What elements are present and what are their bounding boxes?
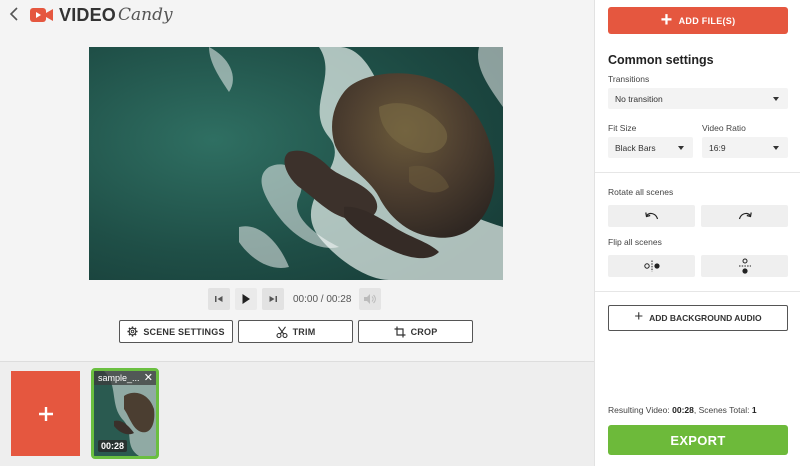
- top-bar: VIDEO Candy: [0, 0, 594, 30]
- trim-button[interactable]: TRIM: [238, 320, 353, 343]
- transitions-label: Transitions: [608, 74, 650, 84]
- result-summary: Resulting Video: 00:28, Scenes Total: 1: [608, 405, 757, 415]
- trim-label: TRIM: [292, 326, 316, 337]
- transitions-select[interactable]: No transition: [608, 88, 788, 109]
- current-time: 00:00: [293, 293, 319, 305]
- scene-settings-button[interactable]: SCENE SETTINGS: [119, 320, 233, 343]
- divider: [595, 291, 800, 292]
- rotate-right-icon: [738, 212, 752, 220]
- add-files-button[interactable]: + ADD FILE(S): [608, 7, 788, 34]
- speaker-icon: [364, 294, 377, 304]
- crop-label: CROP: [410, 326, 438, 337]
- clip-duration: 00:28: [98, 440, 128, 452]
- video-ratio-label: Video Ratio: [702, 123, 746, 133]
- logo-text-candy: Candy: [118, 5, 173, 25]
- flip-label: Flip all scenes: [608, 237, 662, 247]
- play-button[interactable]: [235, 288, 257, 310]
- edit-toolbar: SCENE SETTINGS TRIM CROP: [119, 320, 478, 343]
- export-label: EXPORT: [670, 432, 726, 448]
- skip-back-icon: [215, 296, 223, 302]
- fit-size-value: Black Bars: [615, 143, 656, 153]
- export-button[interactable]: EXPORT: [608, 425, 788, 455]
- crop-icon: [394, 326, 406, 337]
- fit-size-label: Fit Size: [608, 123, 637, 133]
- remove-clip-icon[interactable]: ✕: [144, 372, 153, 384]
- rotate-left-icon: [644, 212, 658, 220]
- result-duration: 00:28: [672, 405, 694, 415]
- add-clip-button[interactable]: [11, 371, 80, 456]
- common-settings-title: Common settings: [608, 53, 714, 67]
- player-controls: 00:00 / 00:28: [208, 288, 386, 310]
- play-icon: [242, 294, 250, 304]
- skip-forward-button[interactable]: [262, 288, 284, 310]
- video-preview[interactable]: [89, 47, 503, 280]
- timeline: sample_... ✕ 00:28: [0, 361, 594, 466]
- total-time: 00:28: [326, 293, 352, 305]
- plus-icon: +: [660, 8, 673, 31]
- add-files-label: ADD FILE(S): [678, 15, 736, 26]
- plus-icon: +: [634, 308, 644, 325]
- crop-button[interactable]: CROP: [358, 320, 473, 343]
- skip-back-button[interactable]: [208, 288, 230, 310]
- add-background-audio-label: ADD BACKGROUND AUDIO: [649, 313, 762, 323]
- caret-down-icon: [678, 146, 684, 150]
- settings-panel: + ADD FILE(S) Common settings Transition…: [594, 0, 800, 466]
- flip-horizontal-icon: [643, 260, 660, 272]
- flip-vertical-button[interactable]: [701, 255, 788, 277]
- video-ratio-select[interactable]: 16:9: [702, 137, 788, 158]
- skip-forward-icon: [269, 296, 277, 302]
- result-mid: , Scenes Total:: [693, 405, 752, 415]
- add-background-audio-button[interactable]: + ADD BACKGROUND AUDIO: [608, 305, 788, 331]
- gear-icon: [127, 326, 138, 337]
- volume-button[interactable]: [359, 288, 382, 310]
- plus-icon: [38, 406, 53, 421]
- flip-horizontal-button[interactable]: [608, 255, 695, 277]
- workspace: VIDEO Candy 00:00 / 00:28 SCENE SETTINGS…: [0, 0, 594, 466]
- video-camera-logo-icon: [30, 8, 53, 22]
- divider: [595, 172, 800, 173]
- rotate-right-button[interactable]: [701, 205, 788, 227]
- time-readout: 00:00 / 00:28: [293, 294, 351, 305]
- logo-text-video: VIDEO: [59, 4, 117, 25]
- caret-down-icon: [773, 97, 779, 101]
- back-chevron-icon[interactable]: [8, 6, 22, 22]
- flip-vertical-icon: [738, 258, 751, 274]
- result-prefix: Resulting Video:: [608, 405, 673, 415]
- timeline-clip[interactable]: sample_... ✕ 00:28: [91, 368, 159, 459]
- caret-down-icon: [773, 146, 779, 150]
- rotate-label: Rotate all scenes: [608, 187, 674, 197]
- transitions-value: No transition: [615, 94, 663, 104]
- scene-settings-label: SCENE SETTINGS: [143, 326, 225, 337]
- video-ratio-value: 16:9: [709, 143, 726, 153]
- rotate-left-button[interactable]: [608, 205, 695, 227]
- result-scenes: 1: [751, 405, 757, 415]
- fit-size-select[interactable]: Black Bars: [608, 137, 693, 158]
- scissors-icon: [276, 325, 288, 338]
- app-logo[interactable]: VIDEO Candy: [30, 5, 173, 25]
- video-frame-image: [89, 47, 503, 280]
